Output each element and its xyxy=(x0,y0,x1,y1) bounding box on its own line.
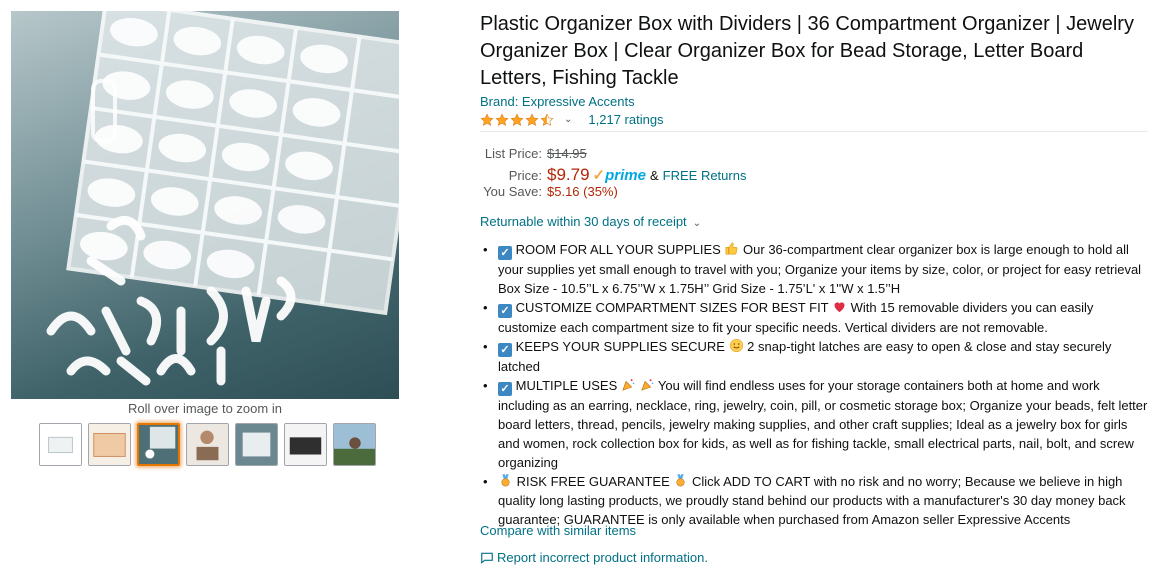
heart-icon xyxy=(834,302,845,313)
compare-similar-link[interactable]: Compare with similar items xyxy=(480,523,636,538)
star-rating[interactable] xyxy=(480,112,554,127)
divider xyxy=(480,131,1148,132)
chevron-down-icon: ⌄ xyxy=(692,218,702,229)
rating-row: ⌄ 1,217 ratings xyxy=(480,112,664,127)
chevron-down-icon[interactable]: ⌄ xyxy=(564,114,572,125)
main-product-image[interactable] xyxy=(11,11,399,399)
thumbnail-1[interactable] xyxy=(39,423,82,466)
thumbnail-7[interactable] xyxy=(333,423,376,466)
list-price-row: List Price: $14.95 xyxy=(480,146,746,165)
thumbnail-2[interactable] xyxy=(88,423,131,466)
check-box-icon: ✓ xyxy=(498,382,512,396)
thumbnail-3[interactable] xyxy=(137,423,180,466)
thumbnail-6[interactable] xyxy=(284,423,327,466)
thumbnail-4[interactable] xyxy=(186,423,229,466)
report-info-link[interactable]: Report incorrect product information. xyxy=(480,550,708,565)
organizer-box-image xyxy=(46,11,399,386)
price-row: Price: $9.79 ✓ prime & FREE Returns xyxy=(480,165,747,184)
medal-icon xyxy=(501,474,510,487)
party-popper-icon xyxy=(622,379,635,391)
list-price: $14.95 xyxy=(547,146,587,161)
price-block: List Price: $14.95 Price: $9.79 ✓ prime &… xyxy=(480,146,746,203)
feature-bullet: ✓ ROOM FOR ALL YOUR SUPPLIES Our 36-comp… xyxy=(480,240,1150,298)
brand-link[interactable]: Brand: Expressive Accents xyxy=(480,94,635,109)
thumbnail-strip xyxy=(39,423,376,466)
prime-check-icon: ✓ xyxy=(592,167,606,184)
returnable-link[interactable]: Returnable within 30 days of receipt ⌄ xyxy=(480,214,701,229)
party-popper-icon xyxy=(640,379,653,391)
savings-row: You Save: $5.16 (35%) xyxy=(480,184,746,203)
feature-bullet: ✓ CUSTOMIZE COMPARTMENT SIZES FOR BEST F… xyxy=(480,298,1150,337)
current-price: $9.79 xyxy=(547,165,590,184)
savings-amount: $5.16 (35%) xyxy=(547,184,618,199)
amp-text: & xyxy=(649,168,659,183)
feature-bullet: ✓ MULTIPLE USES You will find endless us… xyxy=(480,376,1150,472)
check-box-icon: ✓ xyxy=(498,304,512,318)
thumbnail-5[interactable] xyxy=(235,423,278,466)
speech-bubble-icon xyxy=(481,552,493,564)
feature-bullet: ✓ KEEPS YOUR SUPPLIES SECURE 2 snap-tigh… xyxy=(480,337,1150,376)
product-title: Plastic Organizer Box with Dividers | 36… xyxy=(480,13,1134,89)
prime-badge: ✓ prime xyxy=(592,167,646,184)
thumbs-up-icon xyxy=(725,242,738,255)
star-full-icon xyxy=(480,112,494,126)
check-box-icon: ✓ xyxy=(498,246,512,260)
check-box-icon: ✓ xyxy=(498,343,512,357)
star-full-icon xyxy=(525,112,539,126)
medal-icon xyxy=(676,474,685,487)
star-full-icon xyxy=(495,112,509,126)
free-returns-link[interactable]: FREE Returns xyxy=(663,168,747,183)
savings-label: You Save: xyxy=(483,184,542,199)
star-full-icon xyxy=(510,112,524,126)
list-price-label: List Price: xyxy=(484,146,542,161)
star-half-icon xyxy=(540,112,554,126)
zoom-hint: Roll over image to zoom in xyxy=(128,401,282,416)
price-label: Price: xyxy=(508,168,542,183)
feature-bullet: RISK FREE GUARANTEE Click ADD TO CART wi… xyxy=(480,472,1150,529)
ratings-count-link[interactable]: 1,217 ratings xyxy=(588,112,663,127)
feature-bullets: ✓ ROOM FOR ALL YOUR SUPPLIES Our 36-comp… xyxy=(480,240,1150,529)
smile-icon xyxy=(729,338,743,353)
